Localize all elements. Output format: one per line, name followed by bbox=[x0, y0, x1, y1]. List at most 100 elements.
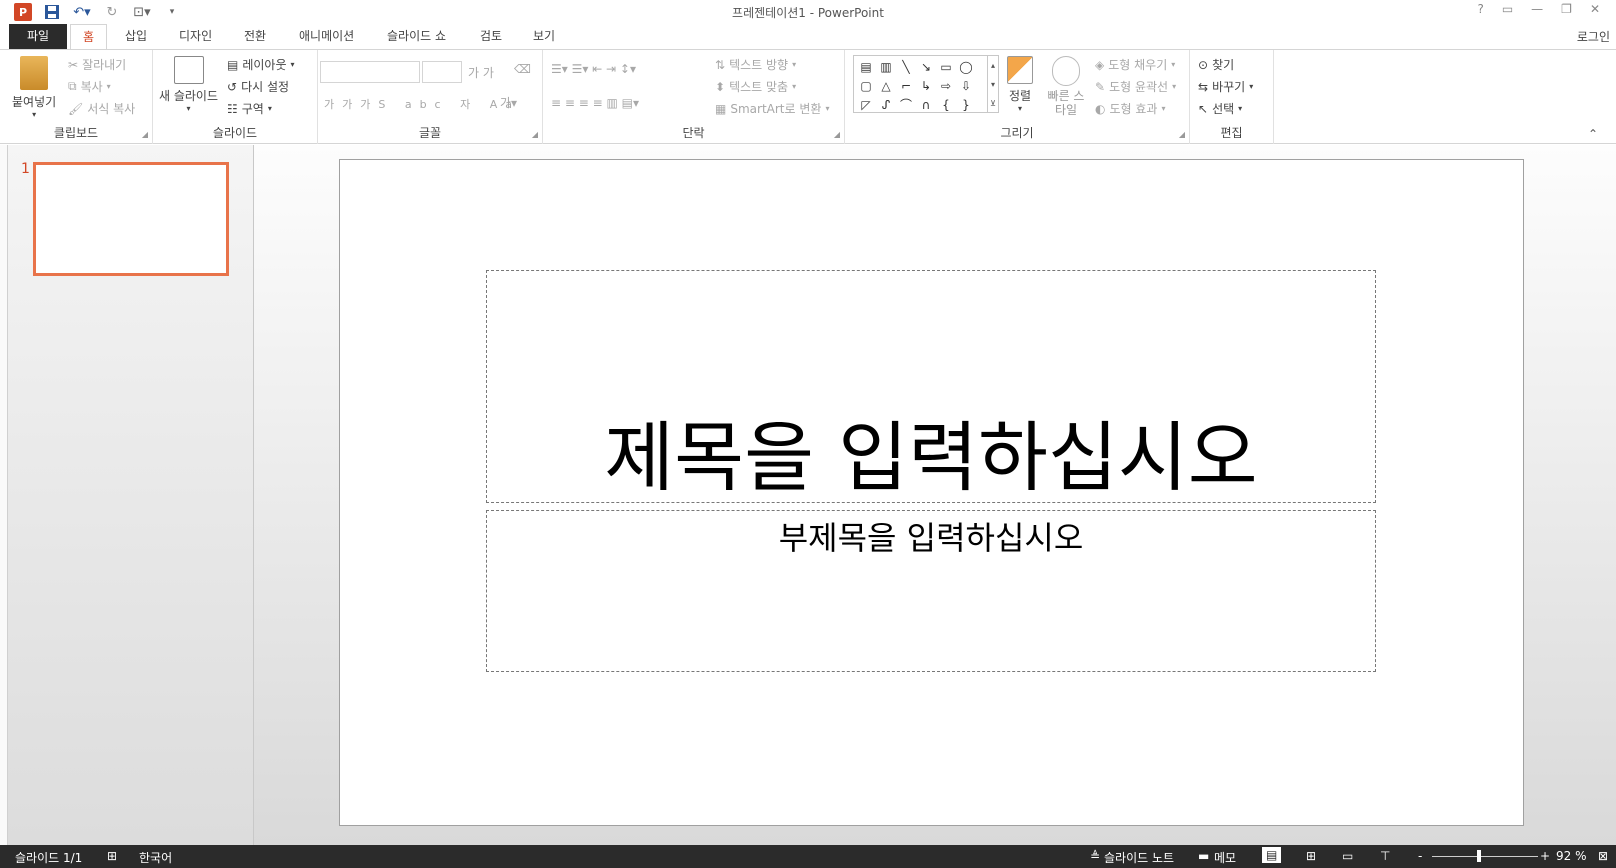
rectangle-shape-icon[interactable]: ▭ bbox=[936, 57, 956, 76]
tab-animations[interactable]: 애니메이션 bbox=[287, 24, 366, 49]
new-slide-button[interactable]: 새 슬라이드 ▾ bbox=[159, 56, 218, 113]
normal-view-icon[interactable]: ▤ bbox=[1262, 847, 1282, 863]
dialog-launcher-icon[interactable]: ◢ bbox=[142, 130, 148, 139]
font-color-icon[interactable]: 가▾ bbox=[500, 94, 517, 111]
login-link[interactable]: 로그인 bbox=[1577, 28, 1610, 45]
shapes-scroll[interactable]: ▴ ▾ ⊻ bbox=[987, 55, 999, 113]
cut-button[interactable]: ✂ 잘라내기 bbox=[68, 56, 126, 73]
down-arrow-shape-icon[interactable]: ⇩ bbox=[956, 76, 976, 95]
textbox-shape-icon[interactable]: ▤ bbox=[856, 57, 876, 76]
find-button[interactable]: ⊙ 찾기 bbox=[1198, 56, 1234, 73]
layout-button[interactable]: ▤ 레이아웃 ▾ bbox=[227, 56, 295, 73]
title-bar: P ↶▾ ↻ ⊡▾ ▾ 프레젠테이션1 - PowerPoint ? ▭ — ❐… bbox=[0, 0, 1616, 24]
group-editing: ⊙ 찾기 ⇆ 바꾸기 ▾ ↖ 선택 ▾ 편집 bbox=[1190, 50, 1274, 144]
group-label-clipboard: 클립보드 bbox=[53, 126, 99, 140]
dialog-launcher-icon[interactable]: ◢ bbox=[532, 130, 538, 139]
line-shape-icon[interactable]: ╲ bbox=[896, 57, 916, 76]
select-label: 선택 bbox=[1212, 102, 1235, 116]
slide-sorter-icon[interactable]: ⊞ bbox=[1306, 849, 1316, 863]
zoom-out-button[interactable]: - bbox=[1418, 849, 1422, 863]
text-direction-icon: ⇅ bbox=[715, 57, 726, 72]
format-painter-button[interactable]: 🖌 서식 복사 bbox=[68, 100, 135, 117]
replace-button[interactable]: ⇆ 바꾸기 ▾ bbox=[1198, 78, 1253, 95]
group-slides: 새 슬라이드 ▾ ▤ 레이아웃 ▾ ↺ 다시 설정 ☷ 구역 ▾ 슬라이드 bbox=[153, 50, 318, 144]
collapse-ribbon-icon[interactable]: ⌃ bbox=[1588, 127, 1598, 141]
tab-design[interactable]: 디자인 bbox=[167, 24, 224, 49]
find-label: 찾기 bbox=[1212, 58, 1235, 72]
notes-button[interactable]: 슬라이드 노트 bbox=[1104, 849, 1174, 866]
align-text-button[interactable]: ⬍ 텍스트 맞춤 ▾ bbox=[715, 78, 796, 95]
spellcheck-icon[interactable]: ⊞ bbox=[107, 849, 117, 863]
align-icons[interactable]: ≡ ≡ ≡ ≡ ▥ ▤▾ bbox=[551, 96, 639, 110]
right-arrow-shape-icon[interactable]: ⇨ bbox=[936, 76, 956, 95]
oval-shape-icon[interactable]: ◯ bbox=[956, 57, 976, 76]
comments-button[interactable]: 메모 bbox=[1214, 849, 1236, 866]
left-brace-shape-icon[interactable]: { bbox=[936, 95, 956, 114]
slideshow-icon[interactable]: ⊤ bbox=[1380, 849, 1390, 863]
fit-slide-icon[interactable]: ⊠ bbox=[1598, 849, 1608, 863]
smartart-button[interactable]: ▦ SmartArt로 변환 ▾ bbox=[715, 100, 829, 117]
group-drawing: ▤ ▥ ╲ ↘ ▭ ◯ ▢ △ ⌐ ↳ ⇨ ⇩ ◸ ᔑ ⌒ ∩{} ▴ ▾ ⊻ 정렬 ▾ 빠른 스타일 ◈ 도형… bbox=[845, 50, 1190, 144]
tab-file[interactable]: 파일 bbox=[9, 24, 67, 49]
format-painter-label: 서식 복사 bbox=[87, 102, 136, 116]
elbow-arrow-shape-icon[interactable]: ↳ bbox=[916, 76, 936, 95]
quick-styles-button[interactable]: 빠른 스타일 bbox=[1045, 56, 1087, 117]
arrange-button[interactable]: 정렬 ▾ bbox=[1007, 56, 1033, 113]
chevron-down-icon: ▾ bbox=[32, 110, 37, 119]
minimize-icon[interactable]: — bbox=[1531, 2, 1543, 16]
reset-button[interactable]: ↺ 다시 설정 bbox=[227, 78, 289, 95]
zoom-slider-thumb[interactable] bbox=[1477, 850, 1481, 862]
elbow-shape-icon[interactable]: ⌐ bbox=[896, 76, 916, 95]
effects-icon: ◐ bbox=[1095, 101, 1106, 116]
dialog-launcher-icon[interactable]: ◢ bbox=[834, 130, 840, 139]
tab-insert[interactable]: 삽입 bbox=[113, 24, 159, 49]
zoom-slider[interactable] bbox=[1432, 856, 1538, 857]
shape-outline-button[interactable]: ✎ 도형 윤곽선 ▾ bbox=[1095, 78, 1176, 95]
arc-shape-icon[interactable]: ⌒ bbox=[896, 95, 916, 114]
vertical-textbox-shape-icon[interactable]: ▥ bbox=[876, 57, 896, 76]
arrow-line-shape-icon[interactable]: ↘ bbox=[916, 57, 936, 76]
close-icon[interactable]: ✕ bbox=[1590, 2, 1600, 16]
triangle-shape-icon[interactable]: △ bbox=[876, 76, 896, 95]
restore-icon[interactable]: ❐ bbox=[1561, 2, 1572, 16]
font-name-combo[interactable] bbox=[320, 61, 420, 83]
zoom-in-button[interactable]: + bbox=[1540, 849, 1550, 863]
shape-fill-button[interactable]: ◈ 도형 채우기 ▾ bbox=[1095, 56, 1175, 73]
scribble-shape-icon[interactable]: ᔑ bbox=[876, 95, 896, 114]
slide-thumbnail[interactable] bbox=[33, 162, 229, 276]
slide-count: 슬라이드 1/1 bbox=[15, 851, 83, 865]
subtitle-placeholder[interactable]: 부제목을 입력하십시오 bbox=[486, 510, 1376, 672]
font-size-combo[interactable] bbox=[422, 61, 462, 83]
bullets-icon[interactable]: ☰▾ ☰▾ ⇤ ⇥ ↕▾ bbox=[551, 62, 636, 76]
shape-fill-label: 도형 채우기 bbox=[1108, 58, 1168, 72]
shape-effects-button[interactable]: ◐ 도형 효과 ▾ bbox=[1095, 100, 1165, 117]
rounded-rect-shape-icon[interactable]: ▢ bbox=[856, 76, 876, 95]
right-brace-shape-icon[interactable]: } bbox=[956, 95, 976, 114]
reading-view-icon[interactable]: ▭ bbox=[1342, 849, 1353, 863]
text-direction-button[interactable]: ⇅ 텍스트 방향 ▾ bbox=[715, 56, 796, 73]
chevron-down-icon: ▾ bbox=[267, 104, 272, 113]
tab-view[interactable]: 보기 bbox=[521, 24, 567, 49]
freeform-shape-icon[interactable]: ◸ bbox=[856, 95, 876, 114]
tab-slideshow[interactable]: 슬라이드 쇼 bbox=[375, 24, 458, 49]
grow-font-icon[interactable]: 가 가 bbox=[468, 64, 494, 81]
tab-home[interactable]: 홈 bbox=[70, 24, 108, 50]
ribbon-display-icon[interactable]: ▭ bbox=[1502, 2, 1513, 16]
select-button[interactable]: ↖ 선택 ▾ bbox=[1198, 100, 1242, 117]
curve-shape-icon[interactable]: ∩ bbox=[916, 95, 936, 114]
paste-button[interactable]: 붙여넣기 ▾ bbox=[12, 56, 56, 119]
language[interactable]: 한국어 bbox=[139, 849, 172, 866]
copy-button[interactable]: ⧉ 복사 ▾ bbox=[68, 78, 111, 95]
font-style-icons[interactable]: 가가가S abc 자 Aa bbox=[324, 96, 520, 112]
tab-review[interactable]: 검토 bbox=[468, 24, 514, 49]
tab-transitions[interactable]: 전환 bbox=[232, 24, 278, 49]
shapes-gallery[interactable]: ▤ ▥ ╲ ↘ ▭ ◯ ▢ △ ⌐ ↳ ⇨ ⇩ ◸ ᔑ ⌒ ∩{} bbox=[853, 55, 988, 113]
arrange-icon bbox=[1007, 56, 1033, 84]
section-button[interactable]: ☷ 구역 ▾ bbox=[227, 100, 272, 117]
clear-format-icon[interactable]: ⌫ bbox=[514, 62, 531, 76]
zoom-level[interactable]: 92 % bbox=[1556, 849, 1587, 863]
slide-canvas[interactable]: 제목을 입력하십시오 부제목을 입력하십시오 bbox=[339, 159, 1524, 826]
dialog-launcher-icon[interactable]: ◢ bbox=[1179, 130, 1185, 139]
help-icon[interactable]: ? bbox=[1477, 2, 1483, 16]
title-placeholder[interactable]: 제목을 입력하십시오 bbox=[486, 270, 1376, 503]
